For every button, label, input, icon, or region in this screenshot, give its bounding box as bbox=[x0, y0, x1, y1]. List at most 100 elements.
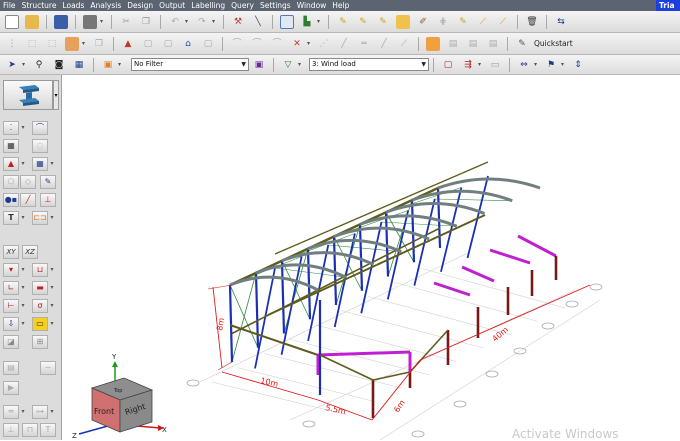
sigma-tool-dropdown-icon[interactable]: ▾ bbox=[49, 299, 55, 313]
arc-icon[interactable]: ⌒ bbox=[270, 37, 284, 51]
text-tool-button[interactable]: T bbox=[3, 211, 19, 225]
menu-design[interactable]: Design bbox=[124, 0, 156, 11]
surface-tool-button[interactable]: ⬠ bbox=[3, 175, 19, 189]
paste-icon[interactable] bbox=[65, 36, 79, 51]
load-arrows-dropdown-icon[interactable]: ▾ bbox=[478, 61, 483, 68]
member-tool-dropdown-icon[interactable]: ▾ bbox=[53, 80, 59, 110]
frame-icon[interactable]: ▢ bbox=[161, 37, 175, 51]
dimension-tool-dropdown-icon[interactable]: ▾ bbox=[49, 211, 55, 225]
structure-model[interactable]: 8m 10m 5.5m 6m 40m Y X Z Top Front Right bbox=[62, 75, 680, 440]
channel-tool-button[interactable]: ⊔ bbox=[32, 263, 48, 277]
table-icon[interactable] bbox=[280, 14, 294, 29]
section-tool-button[interactable]: ▾ bbox=[3, 263, 19, 277]
arrows-icon[interactable]: ⇆ bbox=[554, 15, 568, 29]
spring-tool-dropdown-icon[interactable]: ▾ bbox=[20, 317, 26, 331]
node-tool-button[interactable]: ⁚ bbox=[3, 121, 19, 135]
node-tool-dropdown-icon[interactable]: ▾ bbox=[20, 121, 26, 135]
structure-icon[interactable]: ⌂ bbox=[181, 37, 195, 51]
spring-tool-button[interactable]: ⇩ bbox=[3, 317, 19, 331]
table-tool-dropdown-icon[interactable]: ▾ bbox=[49, 157, 55, 171]
line-icon[interactable]: ⟋ bbox=[397, 37, 411, 51]
view-xy-button[interactable]: XY bbox=[3, 245, 19, 259]
edit-icon[interactable]: ✎ bbox=[456, 15, 470, 29]
line-icon[interactable]: ═ bbox=[357, 37, 371, 51]
properties-icon[interactable] bbox=[426, 36, 440, 51]
menu-help[interactable]: Help bbox=[329, 0, 352, 11]
report-icon[interactable] bbox=[396, 14, 410, 29]
link-tool-dropdown-icon[interactable]: ▾ bbox=[49, 405, 55, 419]
file-tool-button[interactable]: ▤ bbox=[3, 361, 19, 375]
angle-tool-dropdown-icon[interactable]: ▾ bbox=[20, 281, 26, 295]
ruler-icon[interactable]: ⟋ bbox=[496, 15, 510, 29]
text-tool-dropdown-icon[interactable]: ▾ bbox=[20, 211, 26, 225]
column-tool-button[interactable]: ⊥ bbox=[3, 423, 19, 437]
document-icon[interactable]: ▤ bbox=[446, 37, 460, 51]
dimension-tool-button[interactable]: ⊏⊐ bbox=[32, 211, 48, 225]
sigma-tool-button[interactable]: σ bbox=[32, 299, 48, 313]
print-dropdown-icon[interactable]: ▾ bbox=[100, 18, 105, 25]
label-tool-dropdown-icon[interactable]: ▾ bbox=[49, 317, 55, 331]
bar-tool-dropdown-icon[interactable]: ▾ bbox=[49, 281, 55, 295]
curve-tool-button[interactable]: ◌ bbox=[32, 139, 48, 153]
menu-right-label[interactable]: Tria bbox=[656, 0, 680, 11]
view-cube[interactable]: Y X Z Top Front Right bbox=[72, 353, 167, 440]
table-tool-button[interactable]: ▦ bbox=[32, 157, 48, 171]
pencil-icon[interactable]: ✎ bbox=[356, 15, 370, 29]
grid-icon[interactable]: ⋕ bbox=[436, 15, 450, 29]
beam-tool-button[interactable]: ═ bbox=[3, 405, 19, 419]
redo-icon[interactable]: ↷ bbox=[195, 15, 209, 29]
support-tool-button[interactable]: ●▪ bbox=[3, 193, 19, 207]
angle-tool-button[interactable]: ∟ bbox=[3, 281, 19, 295]
copy-icon[interactable]: ❐ bbox=[92, 37, 106, 51]
frame-icon[interactable]: ▢ bbox=[141, 37, 155, 51]
menu-structure[interactable]: Structure bbox=[19, 0, 60, 11]
play-tool-button[interactable]: ▶ bbox=[3, 381, 19, 395]
frame-icon[interactable]: ▢ bbox=[201, 37, 215, 51]
quickstart-label[interactable]: Quickstart bbox=[534, 39, 573, 48]
mesh-icon[interactable]: ⋰ bbox=[317, 37, 331, 51]
line-icon[interactable]: ╱ bbox=[337, 37, 351, 51]
redo-dropdown-icon[interactable]: ▾ bbox=[212, 18, 217, 25]
release-tool-button[interactable]: ⊥ bbox=[40, 193, 56, 207]
load-tool-dropdown-icon[interactable]: ▾ bbox=[20, 157, 26, 171]
open-folder-icon[interactable] bbox=[25, 14, 39, 29]
select-icon[interactable]: ⬚ bbox=[45, 37, 59, 51]
draw-member-button[interactable]: ╱ bbox=[20, 193, 36, 207]
select-icon[interactable]: ⬚ bbox=[25, 37, 39, 51]
funnel-dropdown-icon[interactable]: ▾ bbox=[298, 61, 303, 68]
intersect-icon[interactable]: ✕ bbox=[290, 37, 304, 51]
section-tool-dropdown-icon[interactable]: ▾ bbox=[20, 263, 26, 277]
arc-icon[interactable]: ⌒ bbox=[230, 37, 244, 51]
new-file-icon[interactable] bbox=[5, 14, 19, 29]
save-icon[interactable] bbox=[54, 14, 68, 29]
load-icon[interactable]: ▲ bbox=[121, 37, 135, 51]
chart-dropdown-icon[interactable]: ▾ bbox=[317, 18, 322, 25]
document-icon[interactable]: ▤ bbox=[466, 37, 480, 51]
menu-labelling[interactable]: Labelling bbox=[188, 0, 228, 11]
plate-tool-button[interactable]: ◇ bbox=[20, 175, 36, 189]
pointer-dropdown-icon[interactable]: ▾ bbox=[22, 61, 27, 68]
wand-icon[interactable]: ╲ bbox=[251, 15, 265, 29]
print-icon[interactable] bbox=[83, 14, 97, 29]
copy-icon[interactable]: ❐ bbox=[139, 15, 153, 29]
resize-dropdown-icon[interactable]: ▾ bbox=[534, 61, 539, 68]
hammer-icon[interactable]: ⚒ bbox=[231, 15, 245, 29]
shell-tool-button[interactable]: ◪ bbox=[3, 335, 19, 349]
channel-tool-dropdown-icon[interactable]: ▾ bbox=[49, 263, 55, 277]
paste-dropdown-icon[interactable]: ▾ bbox=[82, 40, 87, 47]
tee-tool-button[interactable]: T bbox=[40, 423, 56, 437]
pencil-icon[interactable]: ✎ bbox=[376, 15, 390, 29]
load-tool-button[interactable]: ▲ bbox=[3, 157, 19, 171]
line-icon[interactable]: ╱ bbox=[377, 37, 391, 51]
bar-tool-button[interactable]: ▬ bbox=[32, 281, 48, 295]
camera-icon[interactable]: ◙ bbox=[52, 58, 66, 72]
resize-icon[interactable]: ⇔ bbox=[517, 58, 531, 72]
load-arrows-icon[interactable]: ⇶ bbox=[461, 58, 475, 72]
menu-settings[interactable]: Settings bbox=[257, 0, 294, 11]
filter-select[interactable]: No Filter ▼ bbox=[131, 58, 249, 71]
pointer-icon[interactable]: ➤ bbox=[5, 58, 19, 72]
flag-dropdown-icon[interactable]: ▾ bbox=[561, 61, 566, 68]
stop-icon[interactable]: ▢ bbox=[441, 58, 455, 72]
flag-icon[interactable]: ⚑ bbox=[544, 58, 558, 72]
grid-edit-button[interactable]: ⊞ bbox=[32, 335, 48, 349]
